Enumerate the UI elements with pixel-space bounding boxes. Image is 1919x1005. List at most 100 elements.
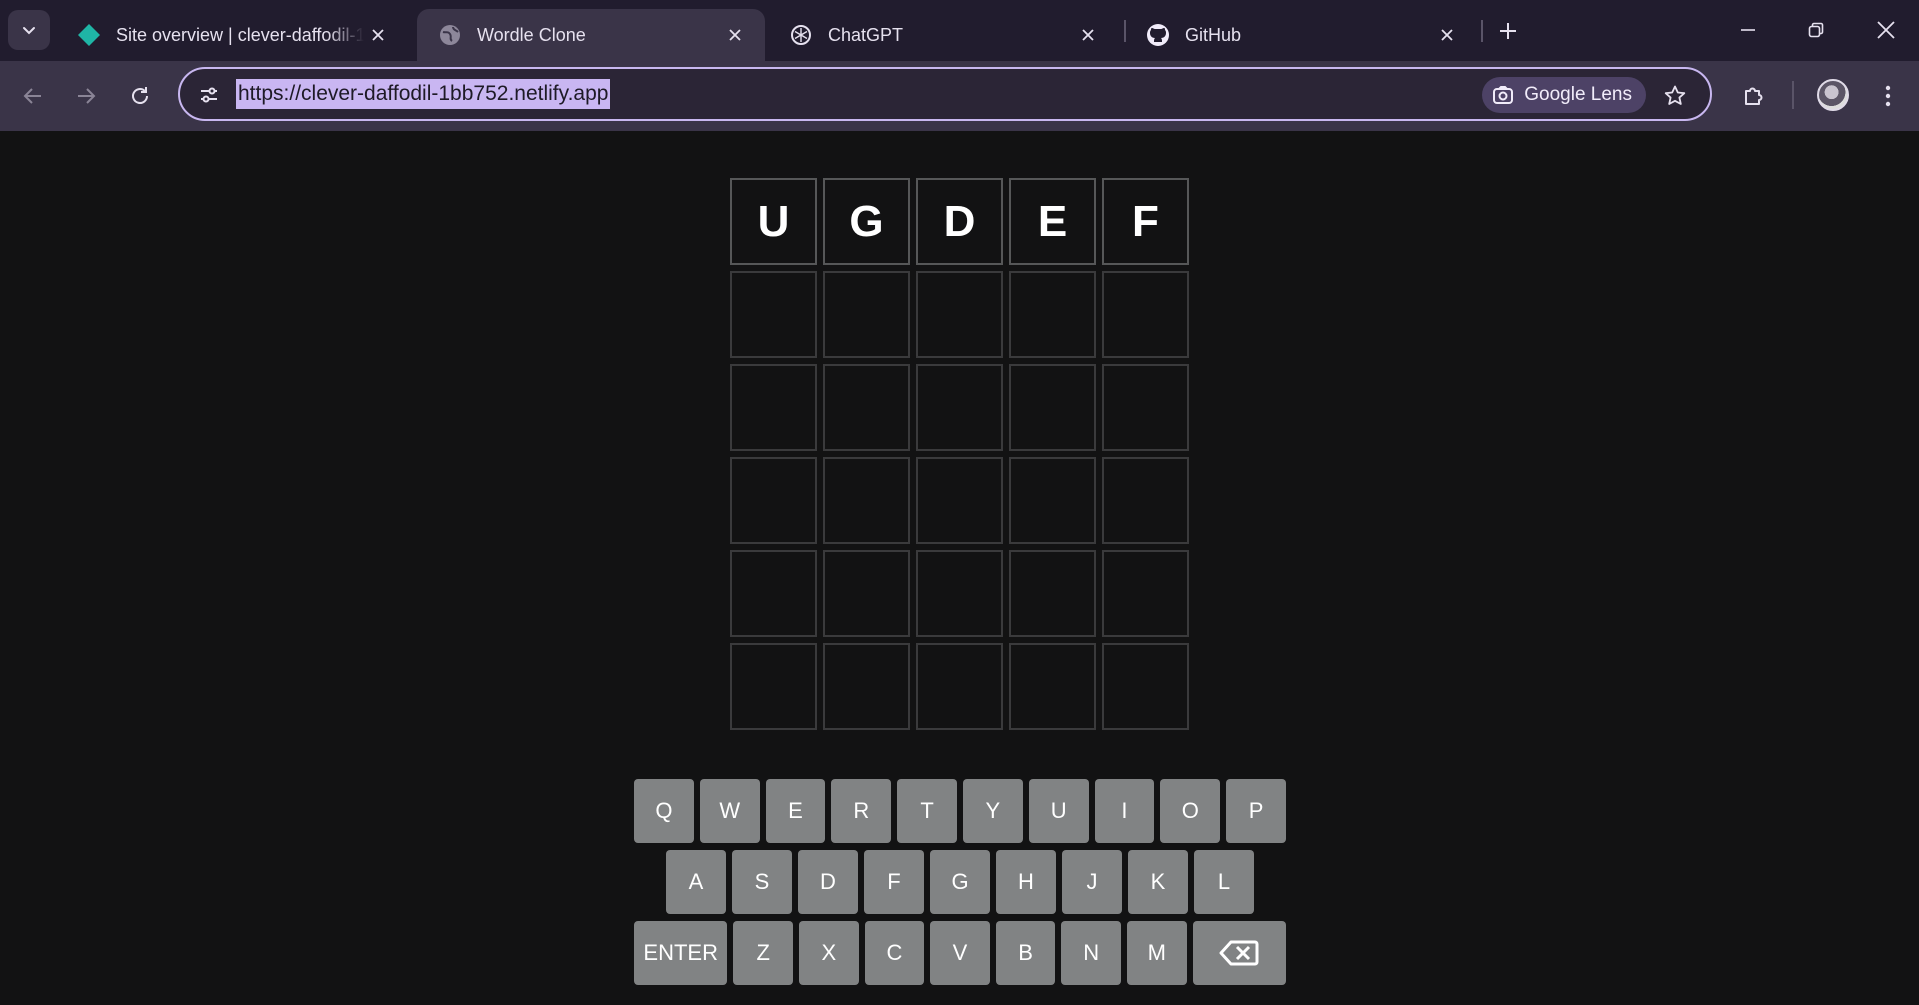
- key-k[interactable]: K: [1128, 850, 1188, 914]
- game-board: UGDEF: [730, 178, 1189, 730]
- toolbar-divider: [1792, 81, 1794, 109]
- reload-button[interactable]: [118, 74, 162, 118]
- key-v[interactable]: V: [930, 921, 990, 985]
- key-x[interactable]: X: [798, 921, 859, 985]
- key-j[interactable]: J: [1062, 850, 1122, 914]
- tab-wordle-clone[interactable]: Wordle Clone: [417, 9, 765, 61]
- new-tab-button[interactable]: [1490, 15, 1526, 47]
- arrow-right-icon: [78, 88, 96, 104]
- board-tile: [1009, 271, 1096, 358]
- address-bar[interactable]: https://clever-daffodil-1bb752.netlify.a…: [178, 67, 1712, 121]
- profile-avatar[interactable]: [1817, 79, 1849, 111]
- board-tile: [1009, 457, 1096, 544]
- board-tile: [1009, 364, 1096, 451]
- arrow-left-icon: [23, 88, 41, 104]
- key-r[interactable]: R: [831, 779, 892, 843]
- tab-site-overview[interactable]: Site overview | clever-daffodil-1bb752: [56, 9, 408, 61]
- board-tile: [730, 364, 817, 451]
- key-d[interactable]: D: [798, 850, 858, 914]
- key-l[interactable]: L: [1194, 850, 1254, 914]
- board-tile: [1102, 643, 1189, 730]
- tab-title: Wordle Clone: [477, 24, 586, 45]
- key-q[interactable]: Q: [634, 779, 694, 843]
- key-i[interactable]: I: [1094, 779, 1155, 843]
- key-p[interactable]: P: [1226, 779, 1286, 843]
- board-tile: [823, 271, 910, 358]
- key-y[interactable]: Y: [963, 779, 1023, 843]
- keyboard-row: QWERTYUIOP: [634, 779, 1286, 843]
- board-tile: [730, 271, 817, 358]
- key-u[interactable]: U: [1028, 779, 1089, 843]
- board-tile: [730, 550, 817, 637]
- minimize-icon: [1741, 29, 1755, 31]
- backspace-icon: [1219, 940, 1259, 966]
- key-s[interactable]: S: [732, 850, 792, 914]
- key-c[interactable]: C: [864, 921, 925, 985]
- key-f[interactable]: F: [864, 850, 924, 914]
- netlify-diamond-icon: [76, 22, 102, 48]
- board-tile: [823, 457, 910, 544]
- plus-icon: [1500, 23, 1516, 39]
- camera-icon: [1492, 84, 1514, 106]
- key-h[interactable]: H: [996, 850, 1056, 914]
- board-tile: [916, 364, 1003, 451]
- url-text[interactable]: https://clever-daffodil-1bb752.netlify.a…: [236, 79, 611, 109]
- github-icon: [1145, 22, 1171, 48]
- tab-chatgpt[interactable]: ChatGPT: [768, 9, 1118, 61]
- keyboard-row: ASDFGHJKL: [634, 850, 1286, 914]
- menu-button[interactable]: [1866, 74, 1910, 118]
- key-n[interactable]: N: [1061, 921, 1122, 985]
- board-tile: [1009, 550, 1096, 637]
- board-tile: [916, 550, 1003, 637]
- close-icon[interactable]: [1433, 21, 1461, 49]
- minimize-button[interactable]: [1720, 8, 1776, 52]
- tab-divider: [1481, 20, 1483, 42]
- key-backspace[interactable]: [1192, 921, 1287, 985]
- board-tile: F: [1102, 178, 1189, 265]
- close-icon[interactable]: [721, 21, 749, 49]
- board-tile: U: [730, 178, 817, 265]
- board-tile: [730, 457, 817, 544]
- key-m[interactable]: M: [1127, 921, 1187, 985]
- back-button[interactable]: [11, 74, 55, 118]
- board-tile: [1102, 550, 1189, 637]
- board-tile: [1009, 643, 1096, 730]
- board-tile: [730, 643, 817, 730]
- tab-search-button[interactable]: [8, 10, 50, 50]
- board-tile: [1102, 364, 1189, 451]
- key-enter[interactable]: ENTER: [634, 921, 728, 985]
- chatgpt-icon: [788, 22, 814, 48]
- close-icon[interactable]: [364, 21, 392, 49]
- board-tile: [823, 364, 910, 451]
- google-lens-label: Google Lens: [1524, 84, 1632, 105]
- tab-title: ChatGPT: [828, 24, 904, 45]
- close-icon: [1877, 21, 1895, 39]
- puzzle-icon: [1745, 87, 1763, 105]
- key-t[interactable]: T: [897, 779, 957, 843]
- restore-icon: [1808, 22, 1824, 38]
- board-tile: [823, 550, 910, 637]
- bookmark-star-icon[interactable]: [1660, 81, 1690, 111]
- key-g[interactable]: G: [930, 850, 990, 914]
- restore-button[interactable]: [1788, 8, 1844, 52]
- key-w[interactable]: W: [699, 779, 760, 843]
- tab-github[interactable]: GitHub: [1125, 9, 1477, 61]
- reload-icon: [132, 87, 148, 104]
- key-b[interactable]: B: [995, 921, 1056, 985]
- close-window-button[interactable]: [1858, 8, 1914, 52]
- close-icon[interactable]: [1074, 21, 1102, 49]
- key-o[interactable]: O: [1160, 779, 1221, 843]
- chevron-down-icon: [23, 27, 35, 35]
- key-a[interactable]: A: [666, 850, 726, 914]
- forward-button[interactable]: [64, 74, 108, 118]
- board-tile: D: [916, 178, 1003, 265]
- browser-toolbar: https://clever-daffodil-1bb752.netlify.a…: [0, 61, 1919, 131]
- board-tile: [1102, 457, 1189, 544]
- key-z[interactable]: Z: [733, 921, 793, 985]
- google-lens-button[interactable]: Google Lens: [1482, 77, 1646, 113]
- board-tile: [916, 271, 1003, 358]
- board-tile: G: [823, 178, 910, 265]
- key-e[interactable]: E: [765, 779, 826, 843]
- extensions-button[interactable]: [1732, 74, 1776, 118]
- site-info-icon[interactable]: [194, 80, 224, 110]
